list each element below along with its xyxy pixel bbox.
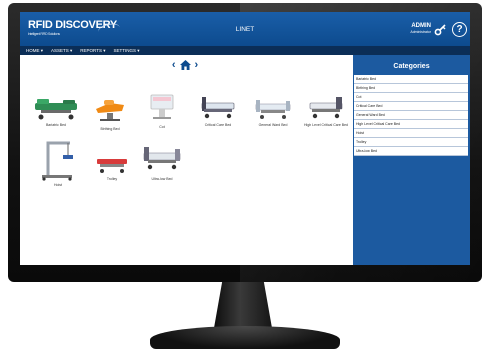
bariatric-bed-icon — [35, 99, 77, 120]
categories-list: Bariatric Bed Birthing Bed Cot Critical … — [354, 75, 468, 156]
product-grid: ‹ › Bariatric Bed Birthing Bed Cot Criti… — [20, 55, 353, 265]
category-item[interactable]: Hoist — [354, 129, 468, 138]
product-tile-ultra-low-bed[interactable]: Ultra-low Bed — [132, 141, 192, 181]
user-menu[interactable]: ADMIN Administrator — [385, 23, 431, 34]
screen: RFID DISCOVERY Intelligent RFID Solution… — [20, 12, 470, 265]
help-icon[interactable]: ? — [452, 22, 467, 37]
product-tile-critical-care-bed[interactable]: Critical Care Bed — [188, 95, 248, 127]
hoist-icon — [42, 141, 73, 181]
product-tile-bariatric-bed[interactable]: Bariatric Bed — [26, 95, 86, 127]
critical-care-bed-icon — [201, 97, 235, 119]
category-item[interactable]: Trolley — [354, 138, 468, 147]
category-item[interactable]: General Ward Bed — [354, 111, 468, 120]
nav-settings[interactable]: SETTINGS ▾ — [113, 48, 139, 54]
user-role: Administrator — [410, 30, 431, 34]
product-label: Cot — [159, 125, 165, 129]
category-item[interactable]: Cot — [354, 93, 468, 102]
nav-home[interactable]: HOME ▾ — [26, 48, 43, 54]
home-icon[interactable] — [179, 60, 191, 70]
product-label: General Ward Bed — [258, 123, 288, 127]
next-arrow-icon[interactable]: › — [195, 59, 199, 71]
product-label: Critical Care Bed — [204, 123, 232, 127]
nav-assets[interactable]: ASSETS ▾ — [51, 48, 72, 54]
product-tile-hoist[interactable]: Hoist — [28, 137, 88, 187]
category-item[interactable]: High Level Critical Care Bed — [354, 120, 468, 129]
product-label: Birthing Bed — [100, 127, 120, 131]
categories-title: Categories — [393, 63, 430, 70]
nav-reports[interactable]: REPORTS ▾ — [80, 48, 105, 54]
product-tile-cot[interactable]: Cot — [132, 91, 192, 129]
product-tile-general-ward-bed[interactable]: General Ward Bed — [243, 97, 303, 127]
product-tile-high-level-critical-care-bed[interactable]: High Level Critical Care Bed — [296, 95, 356, 127]
pager: ‹ › — [165, 59, 205, 71]
general-ward-bed-icon — [255, 100, 291, 119]
category-item[interactable]: Ultra-low Bed — [354, 147, 468, 156]
categories-sidebar: Categories Bariatric Bed Birthing Bed Co… — [353, 55, 470, 265]
product-label: High Level Critical Care Bed — [304, 123, 348, 127]
category-item[interactable]: Birthing Bed — [354, 84, 468, 93]
product-label: Bariatric Bed — [45, 123, 67, 127]
trolley-icon — [97, 159, 127, 173]
monitor-stand-base — [150, 326, 340, 349]
product-label: Ultra-low Bed — [151, 177, 173, 181]
main-nav: HOME ▾ ASSETS ▾ REPORTS ▾ SETTINGS ▾ — [20, 46, 470, 55]
ultra-low-bed-icon — [143, 147, 181, 170]
cot-icon — [150, 94, 174, 119]
monitor-stand-neck — [214, 282, 272, 328]
birthing-bed-icon — [96, 100, 124, 121]
product-tile-birthing-bed[interactable]: Birthing Bed — [80, 97, 140, 131]
app-header: RFID DISCOVERY Intelligent RFID Solution… — [20, 12, 470, 46]
category-item[interactable]: Bariatric Bed — [354, 75, 468, 84]
settings-key-icon[interactable] — [434, 24, 446, 36]
category-item[interactable]: Critical Care Bed — [354, 102, 468, 111]
product-label: Hoist — [54, 183, 62, 187]
user-name: ADMIN — [411, 23, 431, 29]
high-level-critical-care-bed-icon — [309, 97, 343, 119]
prev-arrow-icon[interactable]: ‹ — [172, 59, 176, 71]
